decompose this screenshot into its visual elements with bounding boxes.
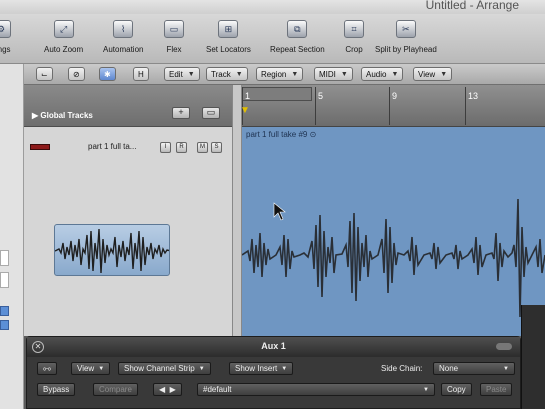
panel-divider[interactable] bbox=[232, 85, 242, 336]
arrange-area[interactable]: part 1 full take #9 ⊙ bbox=[242, 127, 545, 336]
settings-button[interactable]: ⚙ ttings bbox=[0, 20, 11, 54]
ruler-tick bbox=[465, 87, 466, 125]
set-locators-icon: ⊞ bbox=[218, 20, 239, 38]
aux-window-titlebar[interactable]: ✕ Aux 1 bbox=[27, 337, 520, 357]
ruler-tick bbox=[315, 87, 316, 125]
compare-button[interactable]: Compare bbox=[93, 383, 138, 396]
inspector-toggle[interactable] bbox=[0, 306, 9, 316]
automation-button[interactable]: ⌇ Automation bbox=[103, 20, 143, 54]
repeat-section-button[interactable]: ⧉ Repeat Section bbox=[270, 20, 325, 54]
inspector-field[interactable] bbox=[0, 250, 9, 266]
menu-edit[interactable]: Edit ▼ bbox=[164, 67, 200, 81]
level-meter bbox=[30, 144, 50, 150]
input-monitor-button[interactable]: I bbox=[160, 142, 171, 153]
repeat-section-icon: ⧉ bbox=[287, 20, 308, 38]
copy-button[interactable]: Copy bbox=[441, 383, 472, 396]
pointer-tool-button[interactable]: ⌙ bbox=[36, 67, 53, 81]
track-options-button[interactable]: ▭ bbox=[202, 107, 220, 119]
toolbar: ⚙ ttings ⤢ Auto Zoom ⌇ Automation ▭ Flex… bbox=[0, 14, 545, 64]
chevron-left-icon: ◀ bbox=[159, 385, 166, 394]
flex-icon: ▭ bbox=[164, 20, 184, 38]
track-header-panel: ▶ Global Tracks + ▭ part 1 full ta... I … bbox=[24, 85, 232, 336]
show-insert-menu[interactable]: Show Insert ▼ bbox=[229, 362, 294, 375]
split-icon: ✂ bbox=[395, 20, 416, 38]
bar-ruler[interactable]: 1 5 9 13 ▼ bbox=[240, 85, 545, 127]
hide-tool-button[interactable]: H bbox=[133, 67, 149, 81]
plugin-side-panel bbox=[521, 305, 545, 409]
inspector-toggle[interactable] bbox=[0, 320, 9, 330]
global-tracks-bar: ▶ Global Tracks + ▭ bbox=[24, 85, 232, 127]
side-chain-select[interactable]: None ▼ bbox=[433, 362, 515, 375]
bar-number: 1 bbox=[245, 91, 251, 101]
automation-icon: ⌇ bbox=[113, 20, 134, 38]
aux-window-title: Aux 1 bbox=[261, 341, 286, 351]
show-channel-strip-menu[interactable]: Show Channel Strip ▼ bbox=[118, 362, 211, 375]
solo-button[interactable]: S bbox=[211, 142, 222, 153]
track-waveform-thumbnail bbox=[54, 224, 170, 276]
menu-midi[interactable]: MIDI ▼ bbox=[314, 67, 353, 81]
menu-track[interactable]: Track ▼ bbox=[206, 67, 248, 81]
menu-view[interactable]: View ▼ bbox=[413, 67, 453, 81]
bar-number: 5 bbox=[318, 91, 324, 101]
view-menu[interactable]: View ▼ bbox=[71, 362, 111, 375]
arrange-menubar: ⌙ ⊘ ✱ H Edit ▼ Track ▼ Region ▼ MIDI ▼ Audio… bbox=[24, 64, 545, 85]
cycle-locator[interactable] bbox=[242, 87, 312, 101]
settings-icon: ⚙ bbox=[0, 20, 11, 38]
track-name: part 1 full ta... bbox=[88, 142, 137, 151]
link-tool-button[interactable]: ⊘ bbox=[68, 67, 85, 81]
link-button[interactable]: ⧟ bbox=[37, 362, 57, 375]
region-waveform bbox=[242, 198, 545, 318]
inspector-field[interactable] bbox=[0, 272, 9, 288]
window-title: Untitled - Arrange bbox=[425, 0, 519, 12]
left-inspector-strip bbox=[0, 64, 24, 409]
thumbnail-waveform bbox=[55, 228, 169, 274]
title-bar: Untitled - Arrange bbox=[0, 0, 545, 14]
preset-prev-next[interactable]: ◀ ▶ bbox=[153, 383, 182, 396]
record-enable-button[interactable]: R bbox=[176, 142, 187, 153]
catch-tool-button[interactable]: ✱ bbox=[99, 67, 116, 81]
add-track-button[interactable]: + bbox=[172, 107, 190, 119]
bypass-button[interactable]: Bypass bbox=[37, 383, 76, 396]
aux-plugin-window: ✕ Aux 1 ⧟ View ▼ Show Channel Strip ▼ Show… bbox=[26, 336, 521, 409]
bar-number: 9 bbox=[392, 91, 398, 101]
zoom-pill-button[interactable] bbox=[496, 343, 512, 350]
link-icon: ⧟ bbox=[43, 363, 51, 373]
chevron-right-icon: ▶ bbox=[169, 385, 176, 394]
crop-icon: ⌗ bbox=[344, 20, 364, 38]
mute-button[interactable]: M bbox=[197, 142, 208, 153]
split-by-playhead-button[interactable]: ✂ Split by Playhead bbox=[375, 20, 437, 54]
preset-select[interactable]: #default ▼ bbox=[197, 383, 435, 396]
auto-zoom-button[interactable]: ⤢ Auto Zoom bbox=[44, 20, 83, 54]
crop-button[interactable]: ⌗ Crop bbox=[344, 20, 364, 54]
menu-audio[interactable]: Audio ▼ bbox=[361, 67, 404, 81]
auto-zoom-icon: ⤢ bbox=[53, 20, 74, 38]
playhead-marker-icon[interactable]: ▼ bbox=[240, 105, 250, 116]
paste-button[interactable]: Paste bbox=[480, 383, 513, 396]
ruler-tick bbox=[389, 87, 390, 125]
mouse-cursor-icon bbox=[273, 202, 286, 221]
global-tracks-label[interactable]: ▶ Global Tracks bbox=[32, 111, 93, 120]
set-locators-button[interactable]: ⊞ Set Locators bbox=[206, 20, 251, 54]
menu-region[interactable]: Region ▼ bbox=[256, 67, 304, 81]
flex-button[interactable]: ▭ Flex bbox=[164, 20, 184, 54]
bar-number: 13 bbox=[468, 91, 479, 101]
side-chain-label: Side Chain: bbox=[381, 364, 423, 373]
track-row[interactable]: part 1 full ta... I R M S bbox=[24, 135, 232, 159]
